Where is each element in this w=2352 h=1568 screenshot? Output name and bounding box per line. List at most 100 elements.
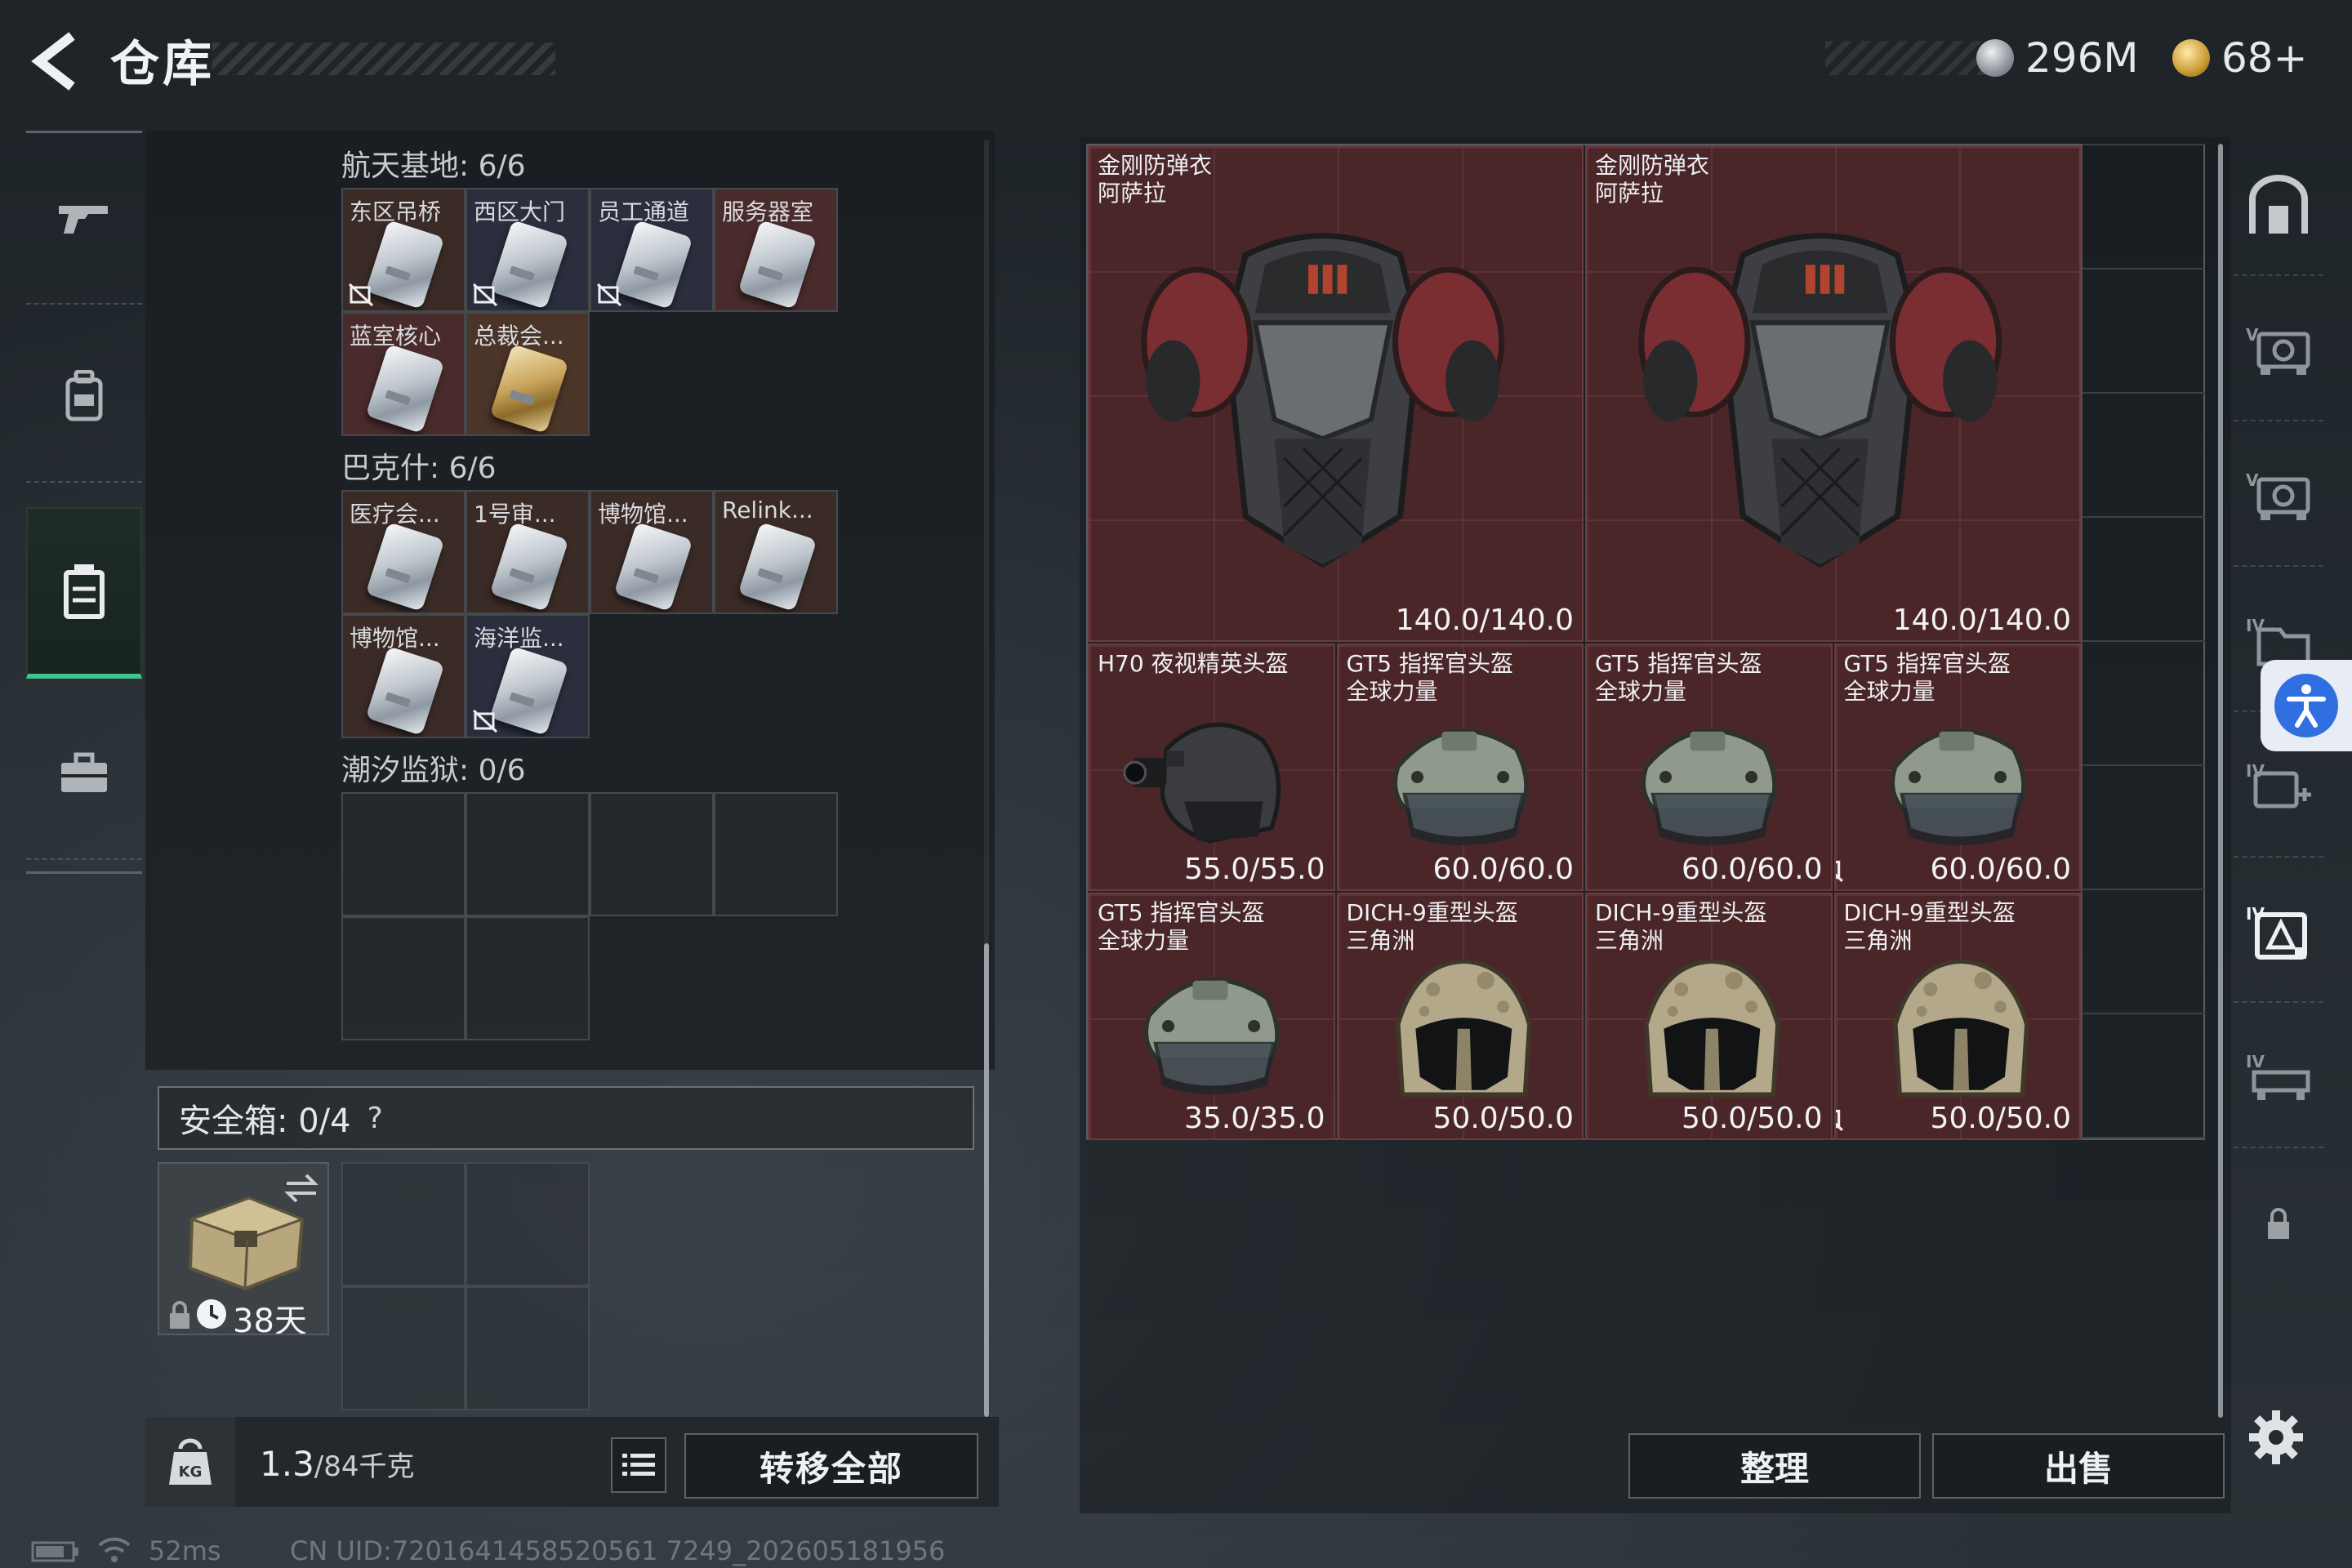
inventory-item-gt5-helmet[interactable]: GT5 指挥官头盔 全球力量 35.0/35.0	[1088, 893, 1335, 1140]
nav-item-briefcase[interactable]	[26, 688, 142, 860]
nav-item-weapons[interactable]	[26, 133, 142, 305]
storage-icon	[64, 564, 105, 619]
safe-box-cell[interactable]	[466, 1162, 590, 1286]
inventory-item-nv-helmet[interactable]: H70 夜视精英头盔 55.0/55.0	[1088, 644, 1335, 891]
keycard-label: Relink...	[722, 497, 813, 523]
safe-box-slot[interactable]: 38天	[158, 1162, 329, 1335]
inventory-item-name: DICH-9重型头盔 三角洲	[1346, 899, 1518, 954]
svg-text:KG: KG	[179, 1463, 203, 1481]
side-tab-home[interactable]	[2234, 137, 2323, 276]
title-decoration	[212, 42, 555, 75]
keycard-slot-empty[interactable]	[341, 916, 466, 1040]
helmet-icon	[1395, 959, 1532, 1097]
weight-lock-button[interactable]: KG	[145, 1417, 235, 1507]
inventory-item-name: GT5 指挥官头盔 全球力量	[1346, 650, 1514, 705]
keycard-label: 西区大门	[474, 198, 566, 225]
currency-gold[interactable]: 68+	[2172, 29, 2308, 87]
keycard-slot-empty[interactable]	[590, 792, 714, 916]
nav-item-gear[interactable]	[26, 311, 142, 483]
ping-readout: 52ms	[149, 1535, 221, 1566]
swap-icon[interactable]	[282, 1172, 321, 1205]
backpack-icon	[65, 370, 103, 421]
keycard-slot[interactable]: 服务器室	[714, 188, 838, 312]
keycard-slot[interactable]: 蓝室核心	[341, 312, 466, 436]
helmet-icon	[1392, 728, 1529, 845]
safe-box-cell[interactable]	[341, 1162, 466, 1286]
keycard-label: 总裁会...	[474, 323, 564, 350]
inventory-item-dich-helmet[interactable]: DICH-9重型头盔 三角洲 50.0/50.0	[1336, 893, 1584, 1140]
side-tab-storage-active[interactable]: IV	[2234, 864, 2323, 1003]
keycard-slot-empty[interactable]	[466, 792, 590, 916]
keycard-slot[interactable]: 员工通道	[590, 188, 714, 312]
inventory-item-name: DICH-9重型头盔 三角洲	[1843, 899, 2016, 954]
keycard-slot-empty[interactable]	[466, 916, 590, 1040]
transfer-all-button[interactable]: 转移全部	[684, 1433, 978, 1499]
uid-readout: CN UID:7201641458520561 7249_20260518195…	[290, 1535, 946, 1566]
keycard-slot[interactable]: 博物馆...	[590, 490, 714, 614]
inventory-item-gt5-helmet[interactable]: GT5 指挥官头盔 全球力量 60.0/60.0	[1833, 644, 2081, 891]
storage-tab-add-icon: IV	[2246, 761, 2311, 808]
inventory-item-name: GT5 指挥官头盔 全球力量	[1098, 899, 1265, 954]
help-button[interactable]: ?	[368, 1102, 383, 1135]
keycard-slot[interactable]: 海洋监...	[466, 614, 590, 738]
side-tab-storage-2[interactable]: V	[2234, 428, 2323, 567]
inventory-item-name: 金刚防弹衣 阿萨拉	[1595, 152, 1710, 207]
keycard-slot[interactable]: Relink...	[714, 490, 838, 614]
settings-button[interactable]	[2247, 1409, 2305, 1466]
inventory-scrollbar[interactable]	[2218, 144, 2223, 1418]
inventory-item-armor[interactable]: 金刚防弹衣 阿萨拉 140.0/140.0	[1088, 145, 1584, 642]
keycard-slot[interactable]: 博物馆...	[341, 614, 466, 738]
safe-box-cell[interactable]	[466, 1286, 590, 1410]
sell-button[interactable]: 出售	[1932, 1433, 2225, 1499]
inventory-item-durability: 60.0/60.0	[1930, 853, 2071, 886]
accessibility-button[interactable]	[2261, 660, 2352, 751]
nav-item-storage[interactable]	[26, 507, 142, 679]
inventory-item-armor[interactable]: 金刚防弹衣 阿萨拉 140.0/140.0	[1585, 145, 2081, 642]
storage-panel: 航天基地: 6/6 东区吊桥 西区大门 员工通道 服务器室 蓝室核心 总裁会... 巴克什…	[145, 131, 995, 1070]
keycard-slot[interactable]: 西区大门	[466, 188, 590, 312]
keycard-icon	[489, 646, 569, 736]
side-tab-storage-4[interactable]: IV	[2234, 1009, 2323, 1148]
inventory-item-gt5-helmet[interactable]: GT5 指挥官头盔 全球力量 60.0/60.0	[1585, 644, 1833, 891]
keycard-label: 蓝室核心	[350, 323, 442, 350]
keycard-slot[interactable]: 医疗会...	[341, 490, 466, 614]
back-arrow-icon	[31, 32, 75, 91]
gold-coin-icon	[2172, 39, 2210, 77]
keycard-slot-empty[interactable]	[714, 792, 838, 916]
keycard-label: 海洋监...	[474, 625, 564, 652]
keycard-slot[interactable]: 东区吊桥	[341, 188, 466, 312]
currency-silver-value: 296M	[2025, 34, 2139, 82]
briefcase-icon	[61, 752, 107, 792]
helmet-icon	[1644, 959, 1780, 1097]
accessibility-icon	[2287, 684, 2326, 728]
keycard-slot-empty[interactable]	[341, 792, 466, 916]
safe-box-label: 安全箱: 0/4	[179, 1102, 351, 1140]
sort-button[interactable]: 整理	[1628, 1433, 1921, 1499]
keycard-icon	[613, 522, 693, 612]
storage-scrollbar-thumb[interactable]	[984, 943, 989, 1417]
keycard-slot[interactable]: 1号审...	[466, 490, 590, 614]
list-view-button[interactable]	[611, 1437, 666, 1493]
keycard-slot[interactable]: 总裁会...	[466, 312, 590, 436]
bound-icon	[596, 283, 622, 307]
side-tab-storage-1[interactable]: V	[2234, 283, 2323, 421]
keycard-grid-tide-prison	[341, 792, 838, 1040]
safe-box-timer: 38天	[233, 1303, 307, 1335]
keycard-icon	[365, 646, 445, 736]
keycard-label: 服务器室	[722, 198, 814, 225]
section-title-brakkesh: 巴克什: 6/6	[341, 452, 497, 485]
side-tab-locked[interactable]	[2234, 1155, 2323, 1294]
currency-silver[interactable]: 296M	[1976, 29, 2139, 87]
inventory-item-dich-helmet[interactable]: DICH-9重型头盔 三角洲 50.0/50.0	[1585, 893, 1833, 1140]
inventory-item-gt5-helmet[interactable]: GT5 指挥官头盔 全球力量 60.0/60.0	[1336, 644, 1584, 891]
section-title-tide-prison: 潮汐监狱: 0/6	[341, 754, 526, 787]
keycard-label: 医疗会...	[350, 501, 440, 528]
keycard-label: 博物馆...	[350, 625, 440, 652]
back-button[interactable]	[24, 24, 90, 98]
inventory-item-dich-helmet[interactable]: DICH-9重型头盔 三角洲 50.0/50.0	[1833, 893, 2081, 1140]
list-icon	[622, 1454, 655, 1476]
keycard-grid-aerospace: 东区吊桥 西区大门 员工通道 服务器室蓝室核心 总裁会...	[341, 188, 838, 436]
safe-box-cell[interactable]	[341, 1286, 466, 1410]
keycard-icon	[365, 344, 445, 434]
bound-icon	[472, 709, 498, 733]
